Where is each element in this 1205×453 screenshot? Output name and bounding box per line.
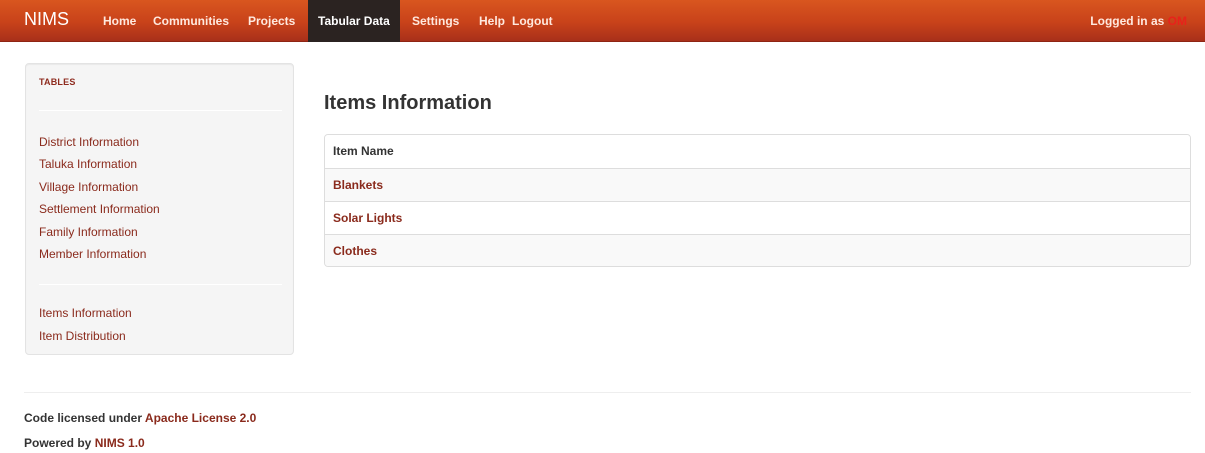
nav-help[interactable]: Help bbox=[479, 0, 505, 42]
sidebar-item-member[interactable]: Member Information bbox=[39, 247, 146, 262]
sidebar-header: TABLES bbox=[39, 77, 76, 87]
brand-logo-link[interactable]: NIMS bbox=[24, 9, 69, 30]
top-navbar: NIMS Home Communities Projects Tabular D… bbox=[0, 0, 1205, 42]
footer-license: Code licensed under Apache License 2.0 bbox=[24, 411, 256, 425]
username-link[interactable]: OM bbox=[1168, 14, 1187, 28]
nav-settings[interactable]: Settings bbox=[412, 0, 459, 42]
nav-home[interactable]: Home bbox=[103, 0, 136, 42]
table-row: Clothes bbox=[325, 234, 1190, 266]
item-link[interactable]: Blankets bbox=[333, 178, 383, 192]
sidebar-item-settlement[interactable]: Settlement Information bbox=[39, 202, 160, 217]
logged-in-label: Logged in as bbox=[1090, 14, 1165, 28]
table-row: Blankets bbox=[325, 168, 1190, 201]
logged-in-status: Logged in as OM bbox=[1090, 0, 1187, 42]
sidebar-item-family[interactable]: Family Information bbox=[39, 225, 138, 240]
license-link[interactable]: Apache License 2.0 bbox=[145, 411, 256, 425]
items-table: Item Name Blankets Solar Lights Clothes bbox=[324, 134, 1191, 267]
nav-logout[interactable]: Logout bbox=[512, 0, 553, 42]
sidebar-item-distribution[interactable]: Item Distribution bbox=[39, 329, 126, 344]
nav-tabular-data[interactable]: Tabular Data bbox=[308, 0, 400, 42]
sidebar-divider bbox=[39, 110, 282, 111]
sidebar-item-district[interactable]: District Information bbox=[39, 135, 139, 150]
table-row: Solar Lights bbox=[325, 201, 1190, 234]
sidebar-item-items[interactable]: Items Information bbox=[39, 306, 132, 321]
item-link[interactable]: Clothes bbox=[333, 244, 377, 258]
footer-divider bbox=[24, 392, 1191, 393]
powered-link[interactable]: NIMS 1.0 bbox=[95, 436, 145, 450]
table-header: Item Name bbox=[325, 135, 1190, 168]
tables-sidebar: TABLES District Information Taluka Infor… bbox=[25, 63, 294, 355]
powered-prefix: Powered by bbox=[24, 436, 92, 450]
license-prefix: Code licensed under bbox=[24, 411, 143, 425]
nav-projects[interactable]: Projects bbox=[248, 0, 295, 42]
item-link[interactable]: Solar Lights bbox=[333, 211, 402, 225]
sidebar-item-taluka[interactable]: Taluka Information bbox=[39, 157, 137, 172]
sidebar-divider bbox=[39, 284, 282, 285]
nav-communities[interactable]: Communities bbox=[153, 0, 229, 42]
footer-powered: Powered by NIMS 1.0 bbox=[24, 436, 145, 450]
sidebar-item-village[interactable]: Village Information bbox=[39, 180, 138, 195]
page-title: Items Information bbox=[324, 92, 492, 114]
